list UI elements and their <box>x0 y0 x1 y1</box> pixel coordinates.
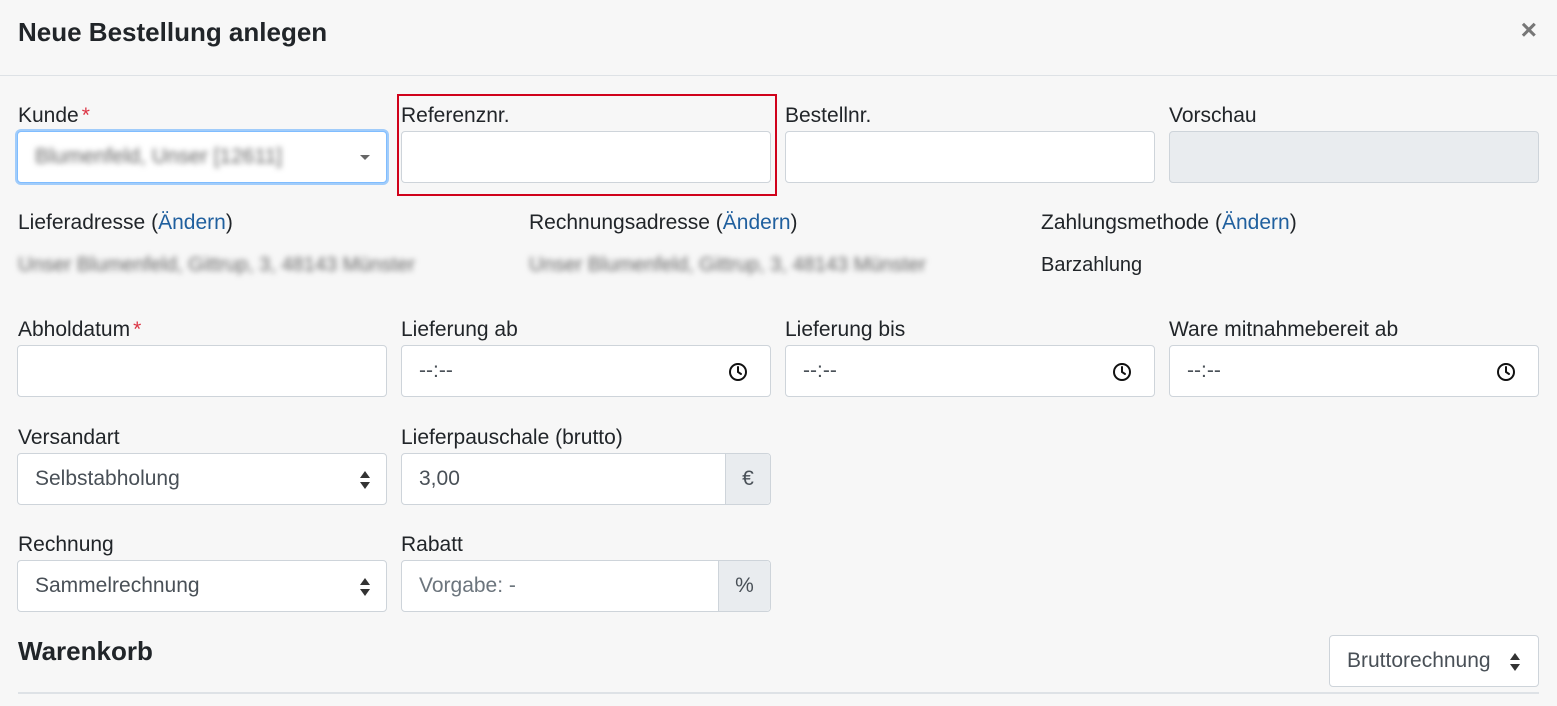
close-icon[interactable]: × <box>1521 16 1537 44</box>
payment-method-label: Zahlungsmethode (Ändern) <box>1041 211 1297 234</box>
modal-header: Neue Bestellung anlegen × <box>0 0 1557 76</box>
calc-mode-select[interactable]: Bruttorechnung <box>1329 635 1539 687</box>
billing-address-label: Rechnungsadresse (Ändern) <box>529 211 798 234</box>
discount-input[interactable]: Vorgabe: - % <box>401 560 771 612</box>
payment-method-value: Barzahlung <box>1041 254 1143 276</box>
delivery-from-label: Lieferung ab <box>401 318 518 341</box>
delivery-to-label: Lieferung bis <box>785 318 906 341</box>
invoice-label: Rechnung <box>18 533 114 556</box>
change-billing-address-link[interactable]: Ändern <box>723 211 791 234</box>
shipping-value: Selbstabholung <box>35 467 180 490</box>
ready-from-input[interactable]: --:-- <box>1169 345 1539 397</box>
customer-value: Blumenfeld, Unser [12611] <box>35 145 283 168</box>
pickup-date-label: Abholdatum * <box>18 318 142 341</box>
delivery-fee-label: Lieferpauschale (brutto) <box>401 426 623 449</box>
delivery-fee-input[interactable]: 3,00 € <box>401 453 771 505</box>
select-arrows-icon <box>360 471 370 489</box>
discount-placeholder: Vorgabe: - <box>419 574 516 597</box>
required-marker: * <box>81 104 90 127</box>
clock-icon[interactable] <box>728 362 748 382</box>
divider <box>18 692 1539 694</box>
invoice-select[interactable]: Sammelrechnung <box>17 560 387 612</box>
shipping-label: Versandart <box>18 426 120 449</box>
delivery-address-label: Lieferadresse (Ändern) <box>18 211 233 234</box>
delivery-from-value: --:-- <box>419 359 453 382</box>
delivery-to-value: --:-- <box>803 359 837 382</box>
modal-title: Neue Bestellung anlegen <box>18 17 328 47</box>
clock-icon[interactable] <box>1112 362 1132 382</box>
clock-icon[interactable] <box>1496 362 1516 382</box>
chevron-down-icon <box>360 155 370 160</box>
euro-addon: € <box>725 454 770 504</box>
change-delivery-address-link[interactable]: Ändern <box>158 211 226 234</box>
invoice-value: Sammelrechnung <box>35 574 200 597</box>
delivery-address-value: Unser Blumenfeld, Gittrup, 3, 48143 Müns… <box>18 254 415 276</box>
customer-select[interactable]: Blumenfeld, Unser [12611] <box>17 131 387 183</box>
calc-mode-value: Bruttorechnung <box>1347 649 1491 672</box>
delivery-from-input[interactable]: --:-- <box>401 345 771 397</box>
shipping-select[interactable]: Selbstabholung <box>17 453 387 505</box>
billing-address-value: Unser Blumenfeld, Gittrup, 3, 48143 Müns… <box>529 254 926 276</box>
select-arrows-icon <box>1510 653 1520 671</box>
discount-label: Rabatt <box>401 533 463 556</box>
cart-title: Warenkorb <box>18 636 153 666</box>
order-number-input[interactable] <box>785 131 1155 183</box>
required-marker: * <box>133 318 142 341</box>
preview-label: Vorschau <box>1169 104 1257 127</box>
order-number-label: Bestellnr. <box>785 104 872 127</box>
ready-from-label: Ware mitnahmebereit ab <box>1169 318 1399 341</box>
delivery-fee-value: 3,00 <box>419 467 460 490</box>
select-arrows-icon <box>360 578 370 596</box>
pickup-date-input[interactable] <box>17 345 387 397</box>
highlight-box <box>397 94 777 196</box>
ready-from-value: --:-- <box>1187 359 1221 382</box>
change-payment-link[interactable]: Ändern <box>1222 211 1290 234</box>
preview-field <box>1169 131 1539 183</box>
customer-label: Kunde * <box>18 104 90 127</box>
delivery-to-input[interactable]: --:-- <box>785 345 1155 397</box>
percent-addon: % <box>718 561 770 611</box>
